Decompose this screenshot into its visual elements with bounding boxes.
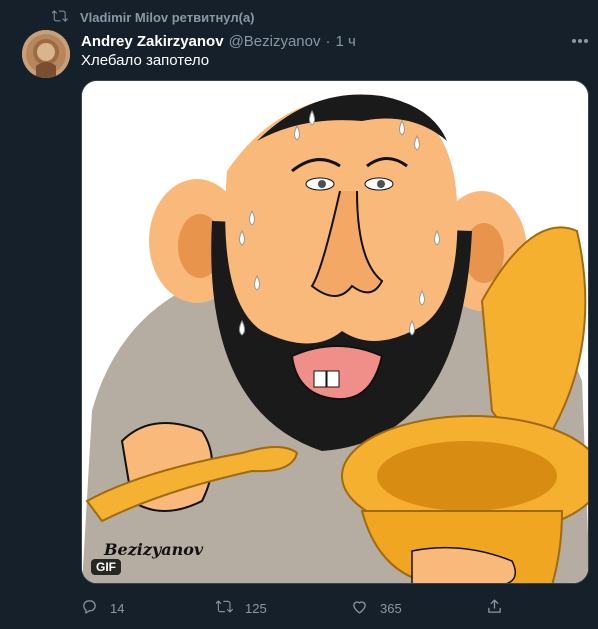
tweet-header: Andrey Zakirzyanov @Bezizyanov · 1 ч (81, 31, 356, 51)
tweet[interactable]: Vladimir Milov ретвитнул(а) Andrey Zakir… (0, 0, 598, 629)
author-name[interactable]: Andrey Zakirzyanov (81, 33, 224, 50)
retweet-count: 125 (245, 600, 267, 616)
share-button[interactable] (486, 598, 503, 618)
retweet-button[interactable]: 125 (215, 598, 267, 618)
heart-icon (351, 598, 368, 618)
tweet-text: Хлебало запотело (81, 52, 210, 69)
like-button[interactable]: 365 (351, 598, 402, 618)
avatar[interactable] (22, 30, 70, 78)
tweet-actions: 14 125 365 (81, 598, 511, 618)
reply-icon (81, 598, 98, 618)
retweet-label: Vladimir Milov ретвитнул(а) (80, 9, 255, 25)
separator-dot: · (325, 32, 331, 50)
reply-count: 14 (110, 600, 125, 616)
tweet-time[interactable]: 1 ч (336, 33, 356, 50)
like-count: 365 (380, 600, 402, 616)
tweet-media-gif[interactable]: Bezizyanov GIF (81, 80, 589, 584)
retweet-context[interactable]: Vladimir Milov ретвитнул(а) (51, 8, 255, 27)
artist-signature: Bezizyanov (104, 540, 204, 559)
more-options-icon[interactable] (566, 31, 594, 51)
retweet-icon (51, 8, 68, 27)
gif-badge: GIF (91, 559, 121, 575)
retweet-icon (215, 598, 233, 618)
share-icon (486, 598, 503, 618)
author-handle[interactable]: @Bezizyanov (229, 33, 321, 50)
caricature-illustration (82, 81, 588, 583)
reply-button[interactable]: 14 (81, 598, 124, 618)
